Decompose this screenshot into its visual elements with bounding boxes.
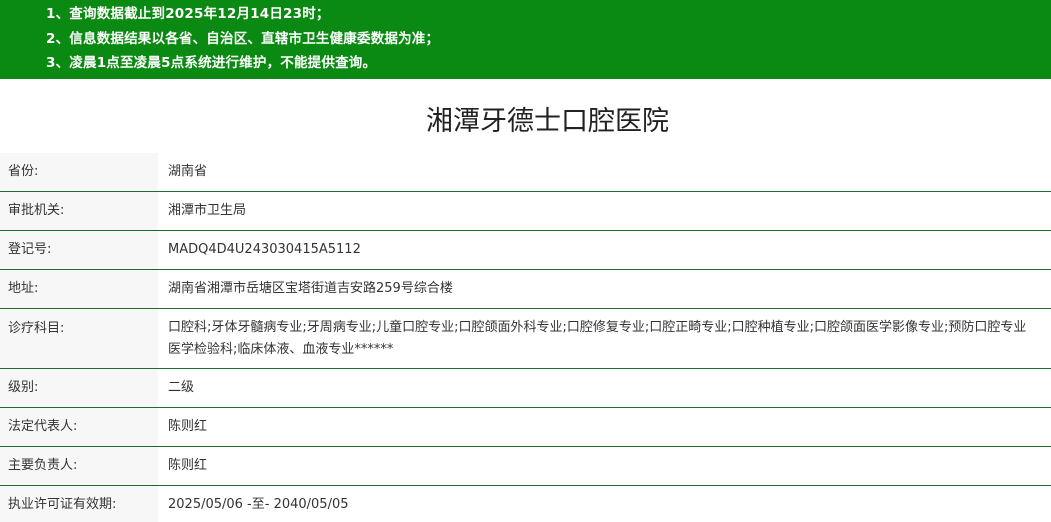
hospital-title: 湘潭牙德士口腔医院 [426,106,669,137]
departments-value-line2: 医学检验科;临床体液、血液专业****** [168,342,394,357]
table-row-departments: 诊疗科目: 口腔科;牙体牙髓病专业;牙周病专业;儿童口腔专业;口腔颌面外科专业;… [0,308,1051,369]
departments-value-line1: 口腔科;牙体牙髓病专业;牙周病专业;儿童口腔专业;口腔颌面外科专业;口腔修复专业… [168,320,1027,335]
province-value: 湖南省 [168,164,208,179]
address-label: 地址: [0,269,158,309]
table-row-legal-rep: 法定代表人: 陈则红 [0,407,1051,447]
hospital-info-table: 省份: 湖南省 审批机关: 湘潭市卫生局 登记号: MADQ4D4U243030… [0,153,1051,522]
level-value: 二级 [168,380,195,395]
principal-label: 主要负责人: [0,446,158,486]
address-value: 湖南省湘潭市岳塘区宝塔街道吉安路259号综合楼 [168,281,453,296]
authority-value: 湘潭市卫生局 [168,203,247,218]
table-row-authority: 审批机关: 湘潭市卫生局 [0,191,1051,231]
notice-line-maintenance: 3、凌晨1点至凌晨5点系统进行维护，不能提供查询。 [46,55,377,71]
table-row-province: 省份: 湖南省 [0,153,1051,192]
table-row-principal: 主要负责人: 陈则红 [0,446,1051,486]
legal-rep-label: 法定代表人: [0,407,158,447]
reg-no-value: MADQ4D4U243030415A5112 [168,242,361,257]
license-validity-label: 执业许可证有效期: [0,485,158,522]
authority-label: 审批机关: [0,191,158,231]
table-row-license-validity: 执业许可证有效期: 2025/05/06 -至- 2040/05/05 [0,485,1051,522]
level-label: 级别: [0,368,158,408]
province-label: 省份: [0,153,158,192]
table-row-reg-no: 登记号: MADQ4D4U243030415A5112 [0,230,1051,270]
license-validity-value: 2025/05/06 -至- 2040/05/05 [168,497,349,512]
principal-value: 陈则红 [168,458,208,473]
legal-rep-value: 陈则红 [168,419,208,434]
departments-value: 口腔科;牙体牙髓病专业;牙周病专业;儿童口腔专业;口腔颌面外科专业;口腔修复专业… [158,309,1051,369]
notice-banner: 1、查询数据截止到2025年12月14日23时； 2、信息数据结果以各省、自治区… [0,0,1051,79]
notice-line-data-cutoff: 1、查询数据截止到2025年12月14日23时； [46,6,330,22]
reg-no-label: 登记号: [0,230,158,270]
table-row-level: 级别: 二级 [0,368,1051,408]
table-row-address: 地址: 湖南省湘潭市岳塘区宝塔街道吉安路259号综合楼 [0,269,1051,309]
departments-label: 诊疗科目: [0,308,158,369]
notice-line-data-source: 2、信息数据结果以各省、自治区、直辖市卫生健康委数据为准； [46,30,440,47]
